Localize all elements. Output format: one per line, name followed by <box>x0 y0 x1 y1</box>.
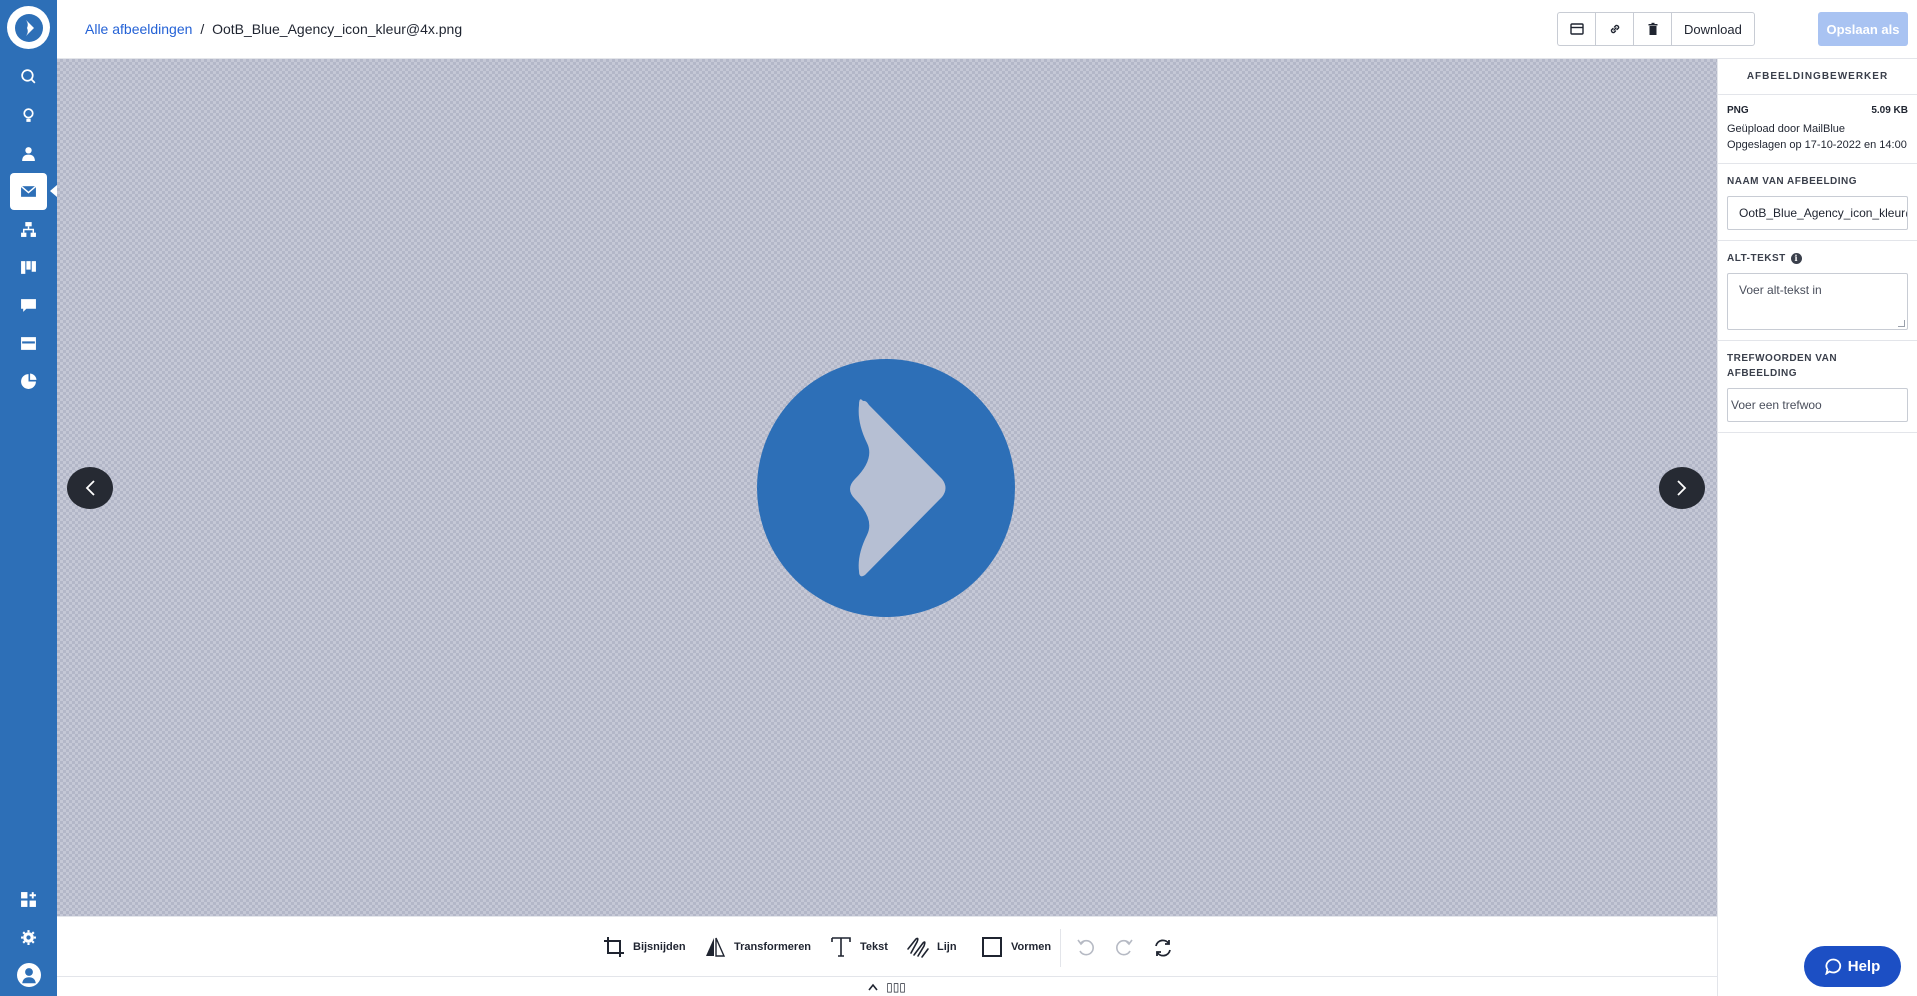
transform-tool-label: Transformeren <box>734 941 812 953</box>
breadcrumb-separator: / <box>200 21 205 37</box>
pipeline-icon[interactable] <box>10 249 47 286</box>
line-tool-label: Lijn <box>937 941 957 953</box>
crop-tool-label: Bijsnijden <box>633 941 686 953</box>
chevron-left-icon <box>85 480 95 496</box>
image-name-label: NAAM VAN AFBEELDING <box>1727 176 1858 187</box>
conversations-icon[interactable] <box>10 287 47 324</box>
info-icon[interactable]: i <box>1790 253 1802 264</box>
reports-icon[interactable] <box>10 363 47 400</box>
card-icon <box>1569 23 1584 35</box>
undo-icon[interactable] <box>1075 937 1097 959</box>
image-name-section: NAAM VAN AFBEELDING OotB_Blue_Agency_ico… <box>1718 164 1917 241</box>
alt-text-label-row: ALT-TEKST i <box>1727 251 1908 266</box>
toolbar-expander[interactable]: ▯▯▯ <box>57 977 1717 996</box>
sidebar <box>0 0 57 996</box>
redo-icon[interactable] <box>1113 937 1135 959</box>
automation-icon[interactable] <box>10 211 47 248</box>
download-button[interactable]: Download <box>1671 12 1755 46</box>
edited-image <box>757 359 1015 617</box>
image-canvas[interactable] <box>57 59 1717 916</box>
header-toolbar: Download <box>1557 12 1755 46</box>
contacts-icon[interactable] <box>10 135 47 172</box>
keywords-input[interactable]: Voer een trefwoo <box>1727 388 1908 422</box>
text-tool-button[interactable]: Tekst <box>829 935 888 959</box>
keywords-section: TREFWOORDEN VAN AFBEELDING Voer een tref… <box>1718 341 1917 433</box>
lightbulb-icon[interactable] <box>10 97 47 134</box>
transform-tool-button[interactable]: Transformeren <box>703 935 811 959</box>
file-info-section: PNG 5.09 KB Geüpload door MailBlue Opges… <box>1718 95 1917 164</box>
crop-icon <box>604 937 624 957</box>
expander-label: ▯▯▯ <box>886 979 906 994</box>
image-editor-panel: AFBEELDINGBEWERKER PNG 5.09 KB Geüpload … <box>1717 59 1917 996</box>
alt-text-label: ALT-TEKST <box>1727 253 1786 264</box>
help-button[interactable]: Help <box>1804 946 1901 987</box>
chat-bubble-icon <box>1824 958 1841 975</box>
chevron-right-icon <box>1677 480 1687 496</box>
line-tool-button[interactable]: Lijn <box>906 935 957 959</box>
crop-tool-button[interactable]: Bijsnijden <box>602 935 686 959</box>
alt-text-section: ALT-TEKST i Voer alt-tekst in <box>1718 241 1917 341</box>
breadcrumb-all-images-link[interactable]: Alle afbeeldingen <box>85 21 192 37</box>
alt-text-input[interactable]: Voer alt-tekst in <box>1727 273 1908 330</box>
link-icon <box>1610 24 1619 34</box>
previous-image-button[interactable] <box>67 467 113 509</box>
settings-icon[interactable] <box>10 919 47 956</box>
shapes-tool-button[interactable]: Vormen <box>980 935 1051 959</box>
delete-button[interactable] <box>1633 12 1671 46</box>
text-tool-label: Tekst <box>860 941 888 953</box>
breadcrumb: Alle afbeeldingen / OotB_Blue_Agency_ico… <box>85 21 462 37</box>
panel-title: AFBEELDINGBEWERKER <box>1718 59 1917 95</box>
active-caret <box>50 185 57 197</box>
help-label: Help <box>1847 958 1881 975</box>
square-shape-icon <box>982 937 1002 957</box>
reset-icon[interactable] <box>1152 937 1174 959</box>
text-icon <box>831 937 851 957</box>
copy-link-button[interactable] <box>1595 12 1633 46</box>
file-type: PNG <box>1727 105 1749 116</box>
card-view-button[interactable] <box>1557 12 1595 46</box>
shapes-tool-label: Vormen <box>1011 941 1052 953</box>
file-size: 5.09 KB <box>1871 105 1908 116</box>
mailblue-logo-icon[interactable] <box>7 6 50 49</box>
breadcrumb-file-name: OotB_Blue_Agency_icon_kleur@4x.png <box>212 21 463 37</box>
keywords-label: TREFWOORDEN VAN AFBEELDING <box>1727 353 1838 379</box>
toolbar-divider <box>1060 929 1061 967</box>
saved-on: Opgeslagen op 17-10-2022 en 14:00 <box>1727 139 1907 151</box>
next-image-button[interactable] <box>1659 467 1705 509</box>
uploaded-by: Geüpload door MailBlue <box>1727 123 1846 135</box>
profile-icon[interactable] <box>10 956 47 993</box>
website-icon[interactable] <box>10 325 47 362</box>
transform-icon <box>706 937 726 957</box>
mailblue-arrow-image <box>757 359 1015 617</box>
search-icon[interactable] <box>10 58 47 95</box>
chevron-up-icon <box>868 983 878 990</box>
apps-icon[interactable] <box>10 881 47 918</box>
image-name-input[interactable]: OotB_Blue_Agency_icon_kleur@4x <box>1727 196 1908 230</box>
editor-toolbar: Bijsnijden Transformeren Tekst Lijn Vorm… <box>57 916 1717 977</box>
line-icon <box>907 937 929 958</box>
save-as-button[interactable]: Opslaan als <box>1818 12 1908 46</box>
trash-icon <box>1648 22 1657 35</box>
email-icon[interactable] <box>10 173 47 210</box>
